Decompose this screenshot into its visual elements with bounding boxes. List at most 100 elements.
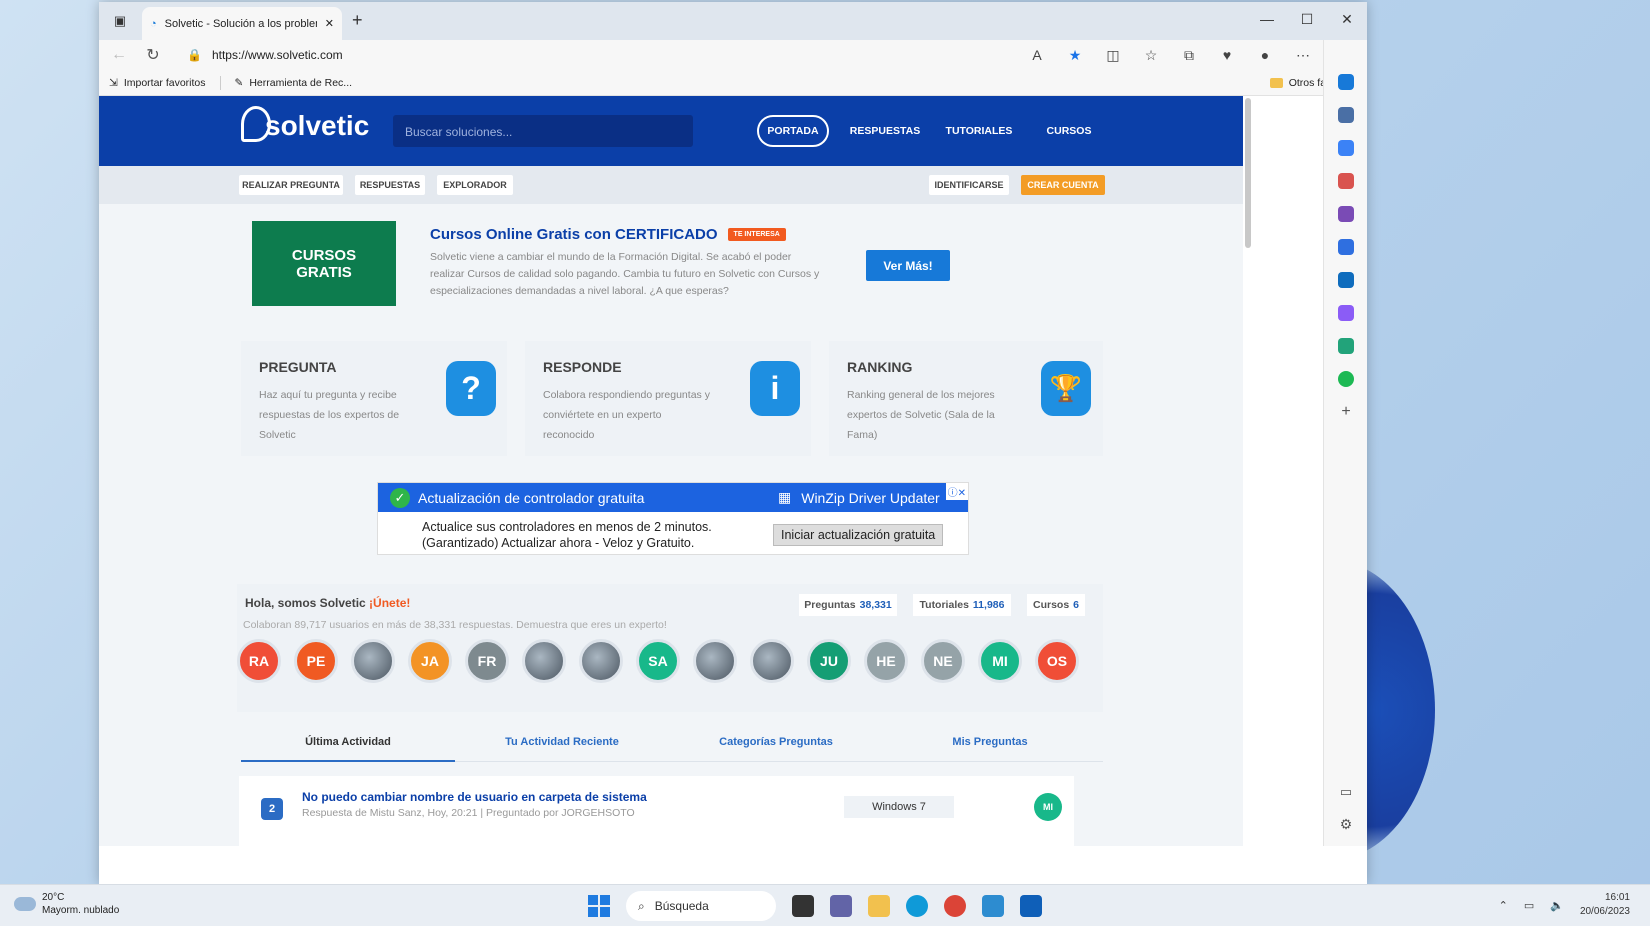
shopping-icon[interactable] bbox=[1338, 140, 1354, 156]
settings-icon[interactable]: ⚙ bbox=[1338, 816, 1354, 832]
more-options-icon[interactable]: ⋯ bbox=[1293, 47, 1313, 64]
avatar[interactable]: RA bbox=[237, 639, 281, 683]
sidebar-toggle-icon[interactable]: ▭ bbox=[1338, 784, 1354, 800]
avatar[interactable]: MI bbox=[978, 639, 1022, 683]
profile-icon[interactable]: ● bbox=[1255, 47, 1275, 64]
answers-button[interactable]: RESPUESTAS bbox=[355, 175, 425, 195]
ad-close-icon[interactable]: ⓘ✕ bbox=[945, 483, 968, 500]
clock[interactable]: 16:01 20/06/2023 bbox=[1580, 891, 1630, 919]
office-icon[interactable] bbox=[1338, 239, 1354, 255]
fav-import[interactable]: ⇲ Importar favoritos bbox=[109, 77, 206, 89]
nav-cursos[interactable]: CURSOS bbox=[1041, 115, 1097, 147]
card-pregunta[interactable]: PREGUNTA Haz aquí tu pregunta y recibe r… bbox=[241, 341, 507, 456]
stat-preguntas[interactable]: Preguntas 38,331 bbox=[799, 594, 897, 616]
nav-respuestas[interactable]: RESPUESTAS bbox=[847, 115, 923, 147]
stat-tutoriales[interactable]: Tutoriales 11,986 bbox=[913, 594, 1011, 616]
nav-portada[interactable]: PORTADA bbox=[757, 115, 829, 147]
avatar[interactable] bbox=[750, 639, 794, 683]
see-more-button[interactable]: Ver Más! bbox=[866, 250, 950, 281]
promo-badge: TE INTERESA bbox=[727, 228, 786, 241]
ad-line-1: Actualice sus controladores en menos de … bbox=[422, 520, 712, 534]
cloud-icon bbox=[14, 897, 36, 911]
add-icon[interactable]: + bbox=[1338, 403, 1354, 420]
avatar[interactable] bbox=[351, 639, 395, 683]
ask-question-button[interactable]: REALIZAR PREGUNTA bbox=[239, 175, 343, 195]
maximize-icon[interactable]: ☐ bbox=[1287, 2, 1327, 36]
page-scrollbar[interactable] bbox=[1245, 98, 1251, 248]
tab-mis-preguntas[interactable]: Mis Preguntas bbox=[883, 736, 1097, 762]
collections-icon[interactable]: ⧉ bbox=[1179, 47, 1199, 64]
tab-categorias[interactable]: Categorías Preguntas bbox=[669, 736, 883, 762]
avatar[interactable] bbox=[522, 639, 566, 683]
fav-tool[interactable]: ✎ Herramienta de Rec... bbox=[235, 77, 353, 89]
app-icon[interactable] bbox=[982, 895, 1004, 917]
question-title[interactable]: No puedo cambiar nombre de usuario en ca… bbox=[302, 790, 647, 804]
browser-essentials-icon[interactable]: ♥ bbox=[1217, 47, 1237, 64]
read-aloud-icon[interactable]: A bbox=[1027, 47, 1047, 64]
store-icon[interactable] bbox=[1020, 895, 1042, 917]
signup-button[interactable]: CREAR CUENTA bbox=[1021, 175, 1105, 195]
tab-ultima-actividad[interactable]: Última Actividad bbox=[241, 736, 455, 762]
active-tab[interactable]: ◔ Solvetic - Solución a los problem ✕ bbox=[142, 7, 342, 40]
refresh-icon[interactable]: ↻ bbox=[143, 45, 163, 65]
avatar[interactable]: HE bbox=[864, 639, 908, 683]
tab-actions-icon[interactable]: ▣ bbox=[111, 12, 129, 30]
back-icon[interactable]: ← bbox=[109, 46, 129, 64]
avatar[interactable] bbox=[693, 639, 737, 683]
start-icon[interactable] bbox=[588, 895, 610, 917]
tab-tu-actividad[interactable]: Tu Actividad Reciente bbox=[455, 736, 669, 762]
edge-icon[interactable] bbox=[906, 895, 928, 917]
games-icon[interactable] bbox=[1338, 206, 1354, 222]
advertisement[interactable]: ✓ Actualización de controlador gratuita … bbox=[377, 482, 969, 555]
avatar[interactable]: JA bbox=[408, 639, 452, 683]
tools-icon[interactable] bbox=[1338, 173, 1354, 189]
send-icon[interactable] bbox=[1338, 338, 1354, 354]
new-tab-icon[interactable]: + bbox=[352, 10, 363, 31]
card-responde[interactable]: RESPONDE Colabora respondiendo preguntas… bbox=[525, 341, 811, 456]
favorite-star-icon[interactable]: ★ bbox=[1065, 47, 1085, 64]
file-explorer-icon[interactable] bbox=[868, 895, 890, 917]
explorer-button[interactable]: EXPLORADOR bbox=[437, 175, 513, 195]
search-icon[interactable] bbox=[1338, 107, 1354, 123]
weather-widget[interactable]: 20°C Mayorm. nublado bbox=[14, 891, 119, 917]
minimize-icon[interactable]: — bbox=[1247, 2, 1287, 36]
network-icon[interactable]: ▭ bbox=[1524, 899, 1534, 912]
volume-icon[interactable]: 🔈 bbox=[1550, 899, 1564, 912]
outlook-icon[interactable] bbox=[1338, 272, 1354, 288]
split-screen-icon[interactable]: ◫ bbox=[1103, 47, 1123, 64]
chat-icon[interactable] bbox=[830, 895, 852, 917]
promo-title[interactable]: Cursos Online Gratis con CERTIFICADO TE I… bbox=[430, 226, 786, 243]
chrome-icon[interactable] bbox=[944, 895, 966, 917]
folder-icon bbox=[1269, 77, 1283, 88]
url-field[interactable]: 🔒 https://www.solvetic.com bbox=[177, 43, 1013, 67]
stat-cursos[interactable]: Cursos 6 bbox=[1027, 594, 1085, 616]
category-tag[interactable]: Windows 7 bbox=[844, 796, 954, 818]
avatar[interactable]: JU bbox=[807, 639, 851, 683]
avatar[interactable]: SA bbox=[636, 639, 680, 683]
close-window-icon[interactable]: ✕ bbox=[1327, 2, 1367, 36]
avatar[interactable] bbox=[579, 639, 623, 683]
avatar[interactable]: NE bbox=[921, 639, 965, 683]
chevron-up-icon[interactable]: ⌃ bbox=[1499, 899, 1508, 912]
nav-tutoriales[interactable]: TUTORIALES bbox=[939, 115, 1019, 147]
solvetic-logo[interactable]: solvetic bbox=[241, 106, 369, 142]
avatar[interactable]: OS bbox=[1035, 639, 1079, 683]
site-search-input[interactable]: Buscar soluciones... bbox=[393, 115, 693, 147]
card-ranking[interactable]: RANKING Ranking general de los mejores e… bbox=[829, 341, 1103, 456]
login-button[interactable]: IDENTIFICARSE bbox=[929, 175, 1009, 195]
spotify-icon[interactable] bbox=[1338, 371, 1354, 387]
close-tab-icon[interactable]: ✕ bbox=[325, 17, 334, 30]
task-view-icon[interactable] bbox=[792, 895, 814, 917]
designer-icon[interactable] bbox=[1338, 305, 1354, 321]
bell-icon[interactable] bbox=[1338, 74, 1354, 90]
free-courses-image[interactable]: CURSOS GRATIS bbox=[252, 221, 396, 306]
taskbar-search[interactable]: ⌕ Búsqueda bbox=[626, 891, 776, 921]
join-link[interactable]: ¡Únete! bbox=[369, 596, 410, 610]
avatar[interactable]: PE bbox=[294, 639, 338, 683]
avatar[interactable]: MI bbox=[1034, 793, 1062, 821]
stat-value: 38,331 bbox=[859, 599, 892, 611]
avatar[interactable]: FR bbox=[465, 639, 509, 683]
activity-row[interactable]: 2 No puedo cambiar nombre de usuario en … bbox=[239, 776, 1074, 846]
favorites-icon[interactable]: ☆ bbox=[1141, 47, 1161, 64]
ad-cta-button[interactable]: Iniciar actualización gratuita bbox=[773, 524, 944, 546]
